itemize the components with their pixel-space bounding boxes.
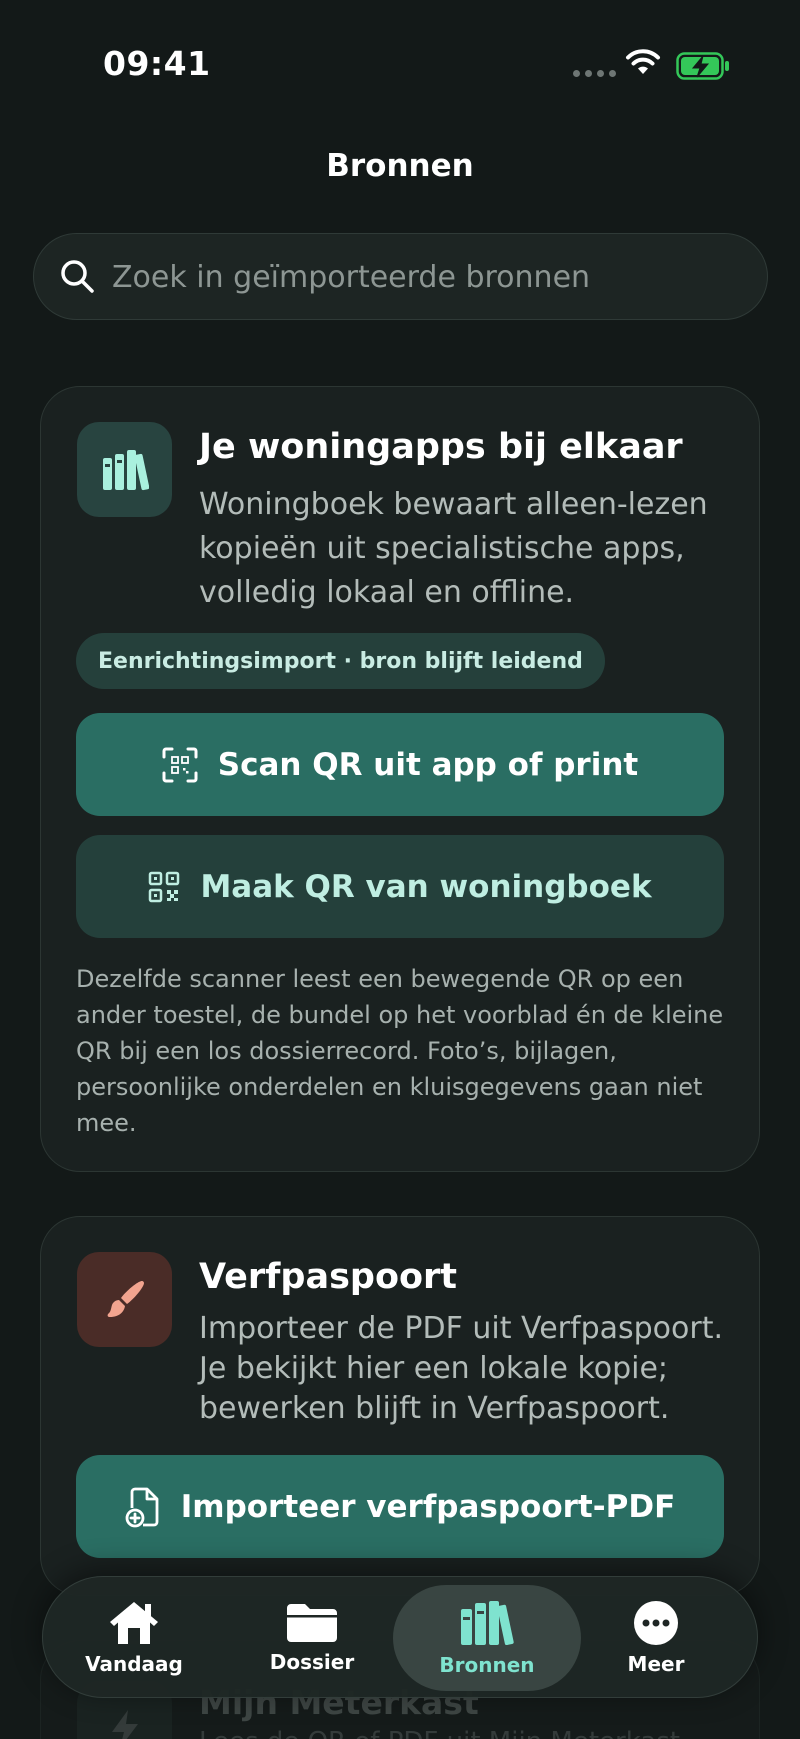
battery-charging-icon xyxy=(676,52,729,80)
tab-bronnen-label: Bronnen xyxy=(439,1653,535,1677)
woningapps-card: Je woningapps bij elkaar Woningboek bewa… xyxy=(40,386,760,1172)
folder-icon xyxy=(287,1604,337,1642)
tab-vandaag[interactable]: Vandaag xyxy=(61,1585,207,1691)
page-title: Bronnen xyxy=(326,148,474,184)
woningapps-app-icon xyxy=(77,422,172,517)
books-icon xyxy=(102,449,149,490)
cellular-signal-icon xyxy=(573,70,616,77)
books-icon xyxy=(461,1601,514,1646)
verfpaspoort-title: Verfpaspoort xyxy=(199,1257,458,1297)
status-bar: 09:41 xyxy=(0,0,800,130)
tab-vandaag-label: Vandaag xyxy=(85,1652,183,1676)
meterkast-description: Lees de QR of PDF uit Mijn Meterkast xyxy=(199,1727,680,1739)
search-bar[interactable] xyxy=(33,233,768,320)
make-qr-button[interactable]: Maak QR van woningboek xyxy=(76,835,724,938)
qr-scan-icon xyxy=(162,747,198,782)
status-time: 09:41 xyxy=(103,44,211,83)
tab-meer[interactable]: Meer xyxy=(583,1585,729,1691)
wifi-icon xyxy=(626,49,660,74)
tab-meer-label: Meer xyxy=(627,1652,685,1676)
search-icon xyxy=(61,260,94,293)
verfpaspoort-app-icon xyxy=(77,1252,172,1347)
more-icon xyxy=(634,1601,678,1645)
tab-bronnen[interactable]: Bronnen xyxy=(393,1585,581,1691)
woningapps-title: Je woningapps bij elkaar xyxy=(199,427,683,467)
woningapps-description: Woningboek bewaart alleen-lezen kopieën … xyxy=(199,487,708,610)
verfpaspoort-card: Verfpaspoort Importeer de PDF uit Verfpa… xyxy=(40,1216,760,1596)
scanner-note: Dezelfde scanner leest een bewegende QR … xyxy=(76,965,724,1137)
qr-code-icon xyxy=(149,871,180,902)
import-pdf-label: Importeer verfpaspoort-PDF xyxy=(180,1488,676,1525)
house-icon xyxy=(110,1602,158,1644)
tab-dossier[interactable]: Dossier xyxy=(239,1585,385,1691)
scan-qr-label: Scan QR uit app of print xyxy=(217,746,639,783)
scan-qr-button[interactable]: Scan QR uit app of print xyxy=(76,713,724,816)
search-input[interactable] xyxy=(112,252,742,302)
make-qr-label: Maak QR van woningboek xyxy=(200,868,652,905)
tab-dossier-label: Dossier xyxy=(269,1650,355,1674)
lightning-icon xyxy=(111,1709,138,1739)
import-mode-badge: Eenrichtingsimport · bron blijft leidend xyxy=(76,633,605,689)
paintbrush-icon xyxy=(107,1280,144,1317)
tab-bar: Vandaag Dossier Bronnen Meer xyxy=(42,1576,758,1698)
document-add-icon xyxy=(125,1487,159,1527)
verfpaspoort-description: Importeer de PDF uit Verfpaspoort. Je be… xyxy=(199,1311,724,1426)
import-pdf-button[interactable]: Importeer verfpaspoort-PDF xyxy=(76,1455,724,1558)
